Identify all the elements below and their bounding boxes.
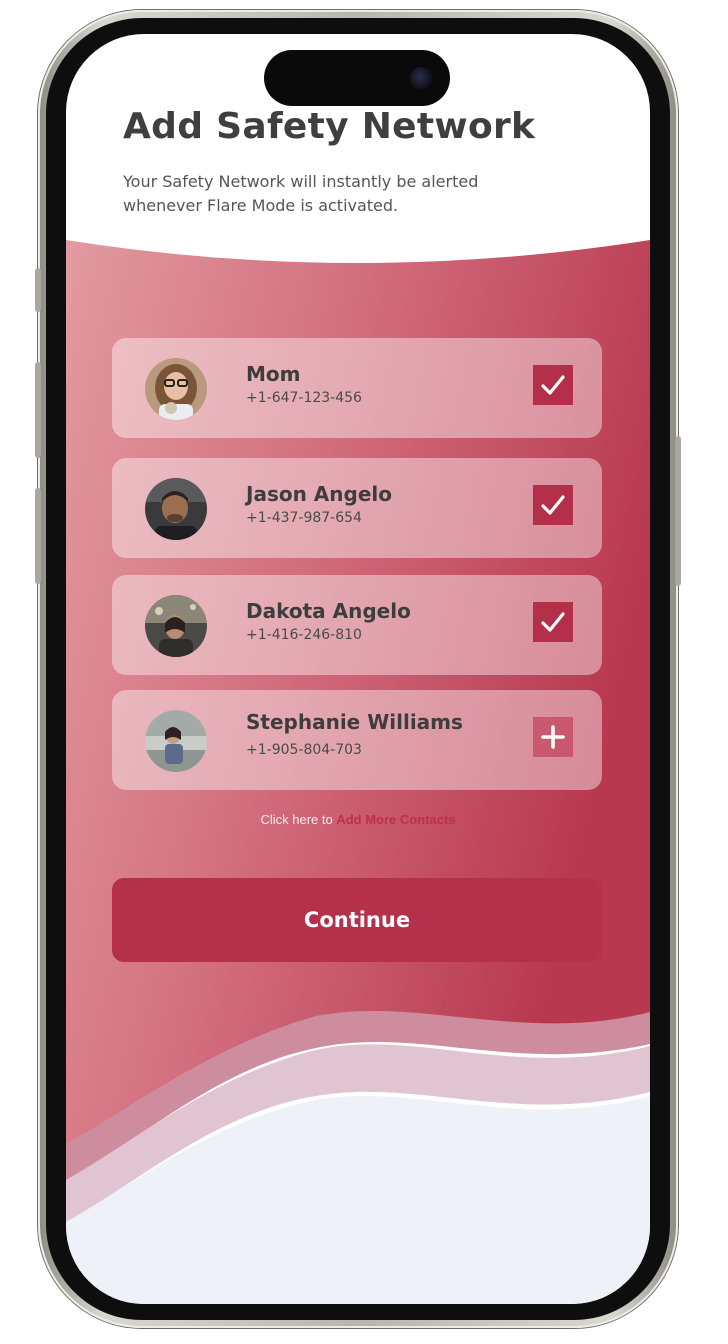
add-more-prefix: Click here to [260, 812, 333, 827]
page-subtitle: Your Safety Network will instantly be al… [123, 172, 479, 215]
contact-checkbox-mom[interactable] [533, 365, 573, 405]
contact-card-stephanie-williams[interactable]: Stephanie Williams +1-905-804-703 [112, 690, 602, 790]
avatar [145, 710, 207, 772]
contact-name: Jason Angelo [246, 482, 392, 506]
continue-button[interactable]: Continue [112, 878, 602, 962]
contact-phone: +1-416-246-810 [246, 627, 362, 643]
contact-name: Dakota Angelo [246, 599, 411, 623]
contact-checkbox-jason-angelo[interactable] [533, 485, 573, 525]
contact-checkbox-dakota-angelo[interactable] [533, 602, 573, 642]
volume-up-button [35, 362, 41, 458]
dynamic-island [264, 50, 450, 106]
page-title: Add Safety Network [123, 106, 536, 147]
contact-card-dakota-angelo[interactable]: Dakota Angelo +1-416-246-810 [112, 575, 602, 675]
avatar [145, 358, 207, 420]
add-contact-button-stephanie-williams[interactable] [533, 717, 573, 757]
check-icon [541, 495, 565, 515]
power-button [675, 436, 681, 586]
contact-phone: +1-905-804-703 [246, 742, 362, 758]
contact-card-mom[interactable]: Mom +1-647-123-456 [112, 338, 602, 438]
contact-name: Mom [246, 362, 301, 386]
volume-down-button [35, 488, 41, 584]
action-button [35, 268, 41, 312]
check-icon [541, 612, 565, 632]
camera-icon [410, 67, 432, 89]
app-screen: Add Safety Network Your Safety Network w… [66, 34, 650, 1304]
contact-card-jason-angelo[interactable]: Jason Angelo +1-437-987-654 [112, 458, 602, 558]
add-more-contacts-link[interactable]: Add More Contacts [336, 812, 455, 827]
add-more-contacts-row: Click here to Add More Contacts [66, 812, 650, 827]
contact-phone: +1-647-123-456 [246, 390, 362, 406]
contact-phone: +1-437-987-654 [246, 510, 362, 526]
check-icon [541, 375, 565, 395]
contact-name: Stephanie Williams [246, 710, 463, 734]
avatar [145, 595, 207, 657]
plus-icon [541, 725, 565, 749]
avatar [145, 478, 207, 540]
